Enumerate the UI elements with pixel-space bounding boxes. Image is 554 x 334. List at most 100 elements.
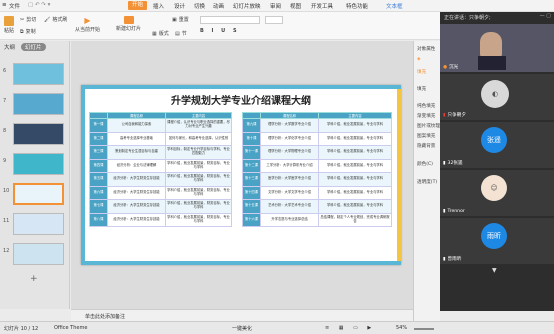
participant-tile[interactable]: ● 沉光 <box>440 24 554 72</box>
participant-tile[interactable]: ☺ ▮ Trennor <box>440 170 554 216</box>
tab-animations[interactable]: 动画 <box>213 2 224 10</box>
tab-design[interactable]: 设计 <box>174 2 185 10</box>
table-cell: 经济分析：大学生财务生存技能 <box>107 172 166 187</box>
tab-home[interactable]: 开始 <box>128 1 148 10</box>
tab-outline[interactable]: 大纲 <box>4 43 15 51</box>
table-cell: 理学分析：大学数学专业介绍 <box>260 118 319 133</box>
new-slide-icon <box>123 16 134 24</box>
tab-view[interactable]: 视图 <box>290 2 301 10</box>
participant-video <box>480 32 502 58</box>
font-select[interactable] <box>200 16 260 24</box>
file-menu[interactable]: 文件 <box>9 2 20 10</box>
color-label: 颜色(C) <box>417 162 433 167</box>
slide-thumbnail[interactable] <box>13 243 64 265</box>
table-cell: 策划制定专业生涯目标与自建 <box>107 145 166 160</box>
tab-slideshow[interactable]: 幻灯片放映 <box>233 2 261 10</box>
font-size-select[interactable] <box>265 16 283 24</box>
current-slide[interactable]: 升学规划大学专业介绍课程大纲 课程名称 主要内容 第一课 公司自我和能力探索 课程介绍，… <box>81 85 401 265</box>
fill-icon[interactable]: ◈ <box>417 57 421 62</box>
table-cell: 第五课 <box>89 172 108 187</box>
participant-avatar: 张遥 <box>481 127 507 153</box>
speaking-indicator: 正在讲话：只争朝夕; <box>444 15 491 21</box>
copy-button[interactable]: ⧉ 复制 <box>20 28 36 36</box>
slide-thumbnail[interactable] <box>13 213 64 235</box>
notes-area[interactable]: 单击此处添加备注 <box>71 309 413 321</box>
app-menu-icon[interactable]: ≡ <box>2 2 7 8</box>
zoom-slider[interactable] <box>414 328 434 330</box>
participant-shirt <box>478 56 506 70</box>
beautify-button[interactable]: 一键美化 <box>232 325 252 332</box>
slide-title[interactable]: 升学规划大学专业介绍课程大纲 <box>81 92 401 107</box>
tab-developer[interactable]: 开发工具 <box>311 2 333 10</box>
table-cell: 第二课 <box>89 131 108 146</box>
expand-down-icon[interactable]: ▼ <box>492 267 497 274</box>
mic-icon: ▮ <box>443 160 446 166</box>
slide-thumbnail-selected[interactable] <box>13 183 64 205</box>
section-fill: 填充 <box>417 87 427 92</box>
table-cell: 学科介绍，就业发展前景，专业与学科 <box>318 158 392 173</box>
table-row: 第十课 理学分析：大学化学专业介绍 学科介绍，就业发展前景，专业与学科 <box>242 131 392 146</box>
course-table-right[interactable]: 课程名称 主要内容 第九课 理学分析：大学数学专业介绍 学科介绍，就业发展前景，专业与学… <box>242 112 392 227</box>
section-button[interactable]: ▤ 节 <box>175 30 187 38</box>
layout-button[interactable]: ▦ 版式 <box>152 30 169 38</box>
tab-features[interactable]: 特色功能 <box>346 2 368 10</box>
participant-tile[interactable]: 雨昕 ▮ 曾雨昕 <box>440 218 554 264</box>
slide-bottom-band <box>81 261 401 265</box>
format-painter-button[interactable]: 🖌 格式刷 <box>44 16 67 24</box>
participant-avatar: ☺ <box>481 175 507 201</box>
view-buttons[interactable]: ≡ ▦ ▭ ▶ <box>325 325 375 331</box>
table-cell: 学科介绍，就业发展前景，专业与学科 <box>318 172 392 187</box>
radio-gradient-fill[interactable]: 渐变填充 <box>417 113 435 119</box>
play-icon: ▶ <box>84 16 91 25</box>
table-row: 第六课 经济分析：大学生财务生存技能 学科介绍，就业发展前景，财务目标，专业与学科 <box>89 185 232 200</box>
new-slide-button[interactable]: 新建幻灯片 <box>116 16 141 32</box>
slide-thumbnail[interactable] <box>13 123 64 145</box>
layout-icon: ▦ <box>152 30 157 37</box>
table-row: 第十二课 工学分析：大学计算机专业介绍 学科介绍，就业发展前景，专业与学科 <box>242 158 392 173</box>
slide-thumbnail[interactable] <box>13 153 64 175</box>
thumb-number: 12 <box>3 248 10 254</box>
quick-access-toolbar[interactable]: ▢ ↶ ↷ ▾ <box>28 2 50 8</box>
radio-solid-fill[interactable]: 纯色填充 <box>417 103 435 109</box>
radio-pattern-fill[interactable]: 图案填充 <box>417 133 435 139</box>
tab-review[interactable]: 审阅 <box>270 2 281 10</box>
tab-transitions[interactable]: 切换 <box>194 2 205 10</box>
table-cell: 第十五课 <box>242 199 261 214</box>
table-cell: 学科介绍，就业发展前景，专业与学科 <box>318 145 392 160</box>
table-row: 第十四课 文学分析：大学文学专业介绍 学科介绍，就业发展前景，专业与学科 <box>242 185 392 200</box>
table-cell: 理学分析：大学物理专业介绍 <box>260 145 319 160</box>
tab-textbox[interactable]: 文本框 <box>386 2 403 10</box>
reset-button[interactable]: ▣ 重置 <box>172 16 189 24</box>
table-cell: 升学志愿与专业选择总结 <box>260 212 319 227</box>
checkbox-hide-background[interactable]: 隐藏背景 <box>417 143 435 149</box>
zoom-percent[interactable]: 54% <box>396 325 407 331</box>
font-style-buttons[interactable]: B I U S <box>200 28 240 34</box>
table-cell: 经济分析：大学生财务生存技能 <box>107 185 166 200</box>
section-icon: ▤ <box>175 30 180 37</box>
pane-title: 对象属性 <box>417 47 436 52</box>
from-start-button[interactable]: ▶ 从当前开始 <box>75 16 100 33</box>
table-cell: 第四课 <box>89 158 108 173</box>
table-cell: 第十六课 <box>242 212 261 227</box>
tab-insert[interactable]: 插入 <box>153 2 164 10</box>
table-cell: 如何与家长，和高考专业选择，认识性别 <box>165 131 232 146</box>
table-row: 第十五课 艺术分析：大学艺术专业介绍 学科介绍，就业发展前景，专业与学科 <box>242 199 392 214</box>
participant-tile[interactable]: 张遥 ▮ 32张遥 <box>440 122 554 168</box>
table-cell: 第十课 <box>242 131 261 146</box>
radio-picture-fill[interactable]: 图片或纹理 <box>417 123 440 129</box>
course-table-left[interactable]: 课程名称 主要内容 第一课 公司自我和能力探索 课程介绍，认识专业与职业选择的重要，尽力… <box>89 112 232 227</box>
slide-thumbnail[interactable] <box>13 93 64 115</box>
slide-thumbnail[interactable] <box>13 63 64 85</box>
tab-slides[interactable]: 幻灯片 <box>21 43 46 51</box>
participant-tile[interactable]: ◐ ▮ 只争朝夕 <box>440 74 554 120</box>
table-row: 第五课 经济分析：大学生财务生存技能 学科介绍，就业发展前景，财务目标，专业与学科 <box>89 172 232 187</box>
copy-icon: ⧉ <box>20 28 24 35</box>
panel-controls[interactable]: — ▢ <box>540 13 551 19</box>
tab-fill[interactable]: 填充 <box>417 69 426 75</box>
thumb-number: 6 <box>3 68 7 74</box>
table-cell: 学科介绍，就业发展前景，财务目标，专业与学科 <box>165 199 232 214</box>
paste-button[interactable]: 粘贴 <box>4 16 14 34</box>
cut-button[interactable]: ✂ 剪切 <box>20 16 36 24</box>
add-slide-icon[interactable]: + <box>30 274 38 284</box>
paste-icon <box>4 16 14 26</box>
